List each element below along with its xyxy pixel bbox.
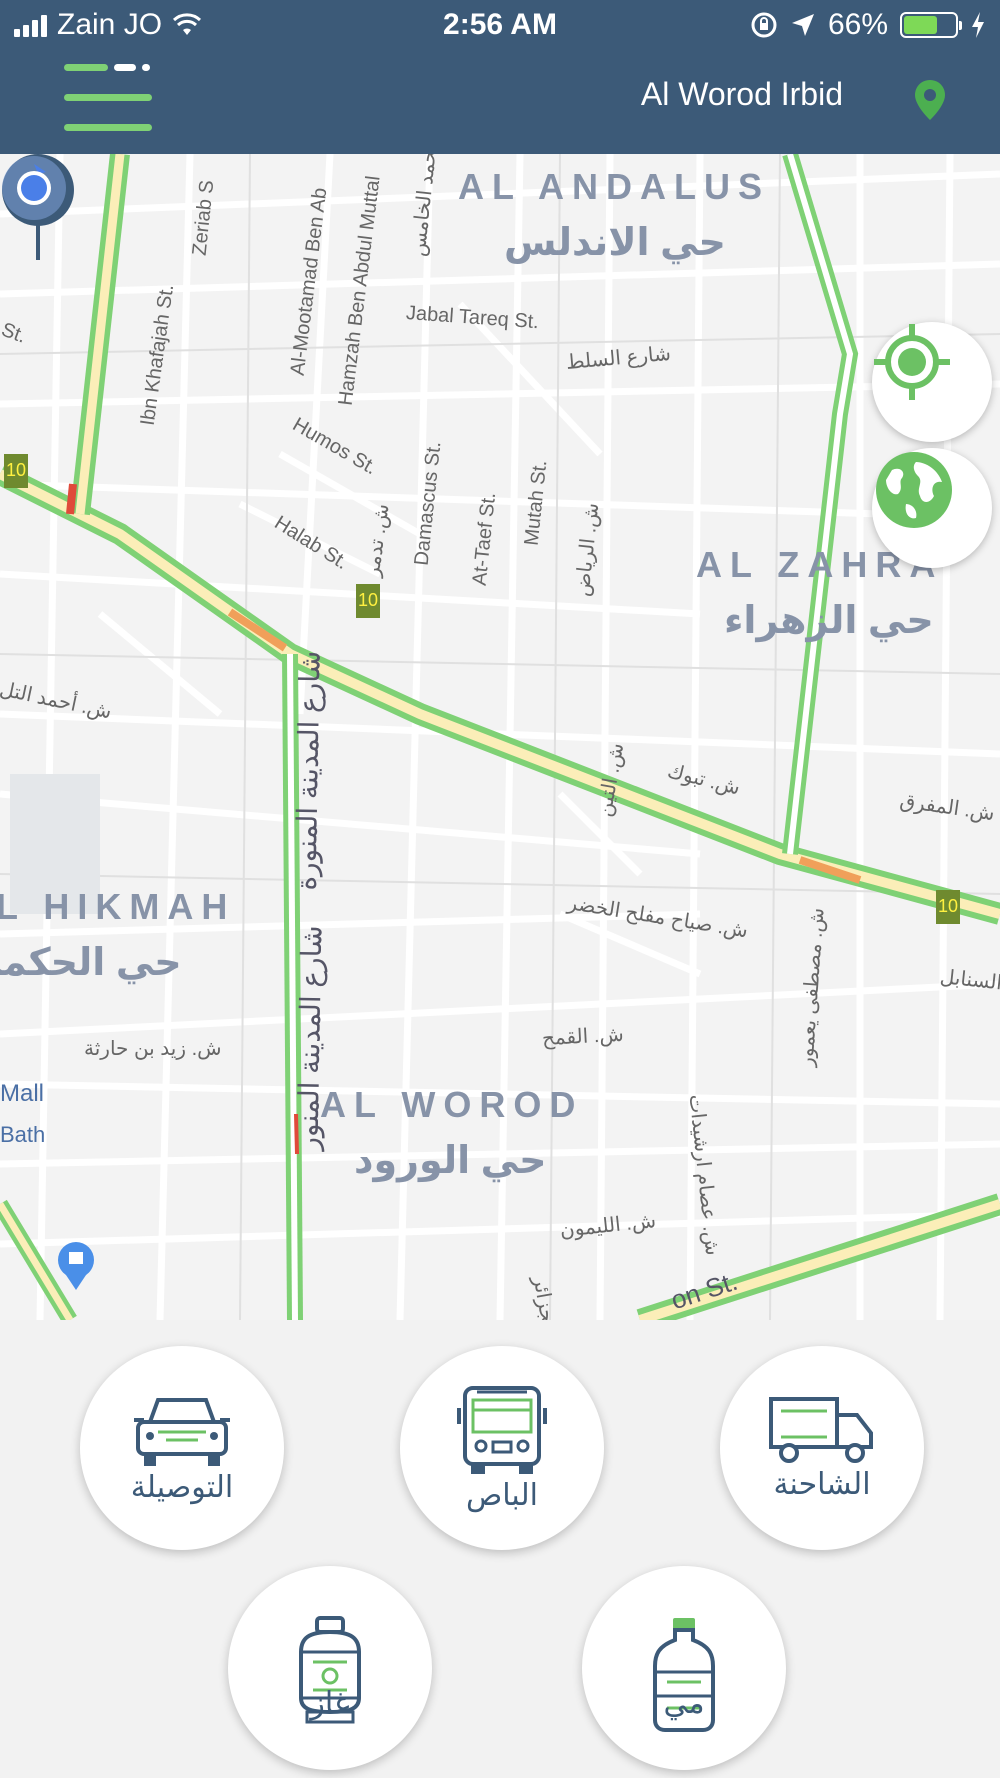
status-bar: Zain JO 2:56 AM 66% xyxy=(0,0,1000,50)
service-label: الشاحنة xyxy=(773,1467,871,1501)
district-label-ar: حي الورود xyxy=(354,1140,547,1182)
route-shield-label: 10 xyxy=(938,896,959,916)
battery-icon xyxy=(900,12,962,38)
map-view[interactable]: 10 10 10 AL ANDALUS حي الاندلس AL ZAHRA'… xyxy=(0,154,1000,1320)
charging-icon xyxy=(972,12,984,38)
top-bar: Zain JO 2:56 AM 66% Al Worod Irbid xyxy=(0,0,1000,154)
service-truck-button[interactable]: الشاحنة xyxy=(720,1346,924,1550)
district-label: AL WOROD xyxy=(320,1084,584,1125)
service-label: الباص xyxy=(466,1478,538,1512)
rotation-lock-icon xyxy=(751,12,777,38)
street-label: شارع المدينة المنورة xyxy=(290,650,326,891)
service-label: غاز xyxy=(310,1686,350,1720)
services-panel: التوصيلة الباص الشاحنة غاز مي xyxy=(0,1320,1000,1778)
car-icon xyxy=(134,1397,230,1466)
crosshair-locate-icon xyxy=(874,324,950,400)
route-shield-label: 10 xyxy=(358,590,379,610)
map-pin-icon[interactable] xyxy=(910,78,950,122)
street-label: ش. القمح xyxy=(541,1023,625,1050)
hamburger-menu-icon[interactable] xyxy=(64,64,152,140)
current-location-dot xyxy=(2,156,66,220)
district-label-ar: حي الزهراء xyxy=(724,600,934,642)
bus-icon xyxy=(457,1385,547,1474)
district-label-ar: حي الاندلس xyxy=(504,222,726,264)
district-label: AL ANDALUS xyxy=(458,166,770,207)
route-shield-label: 10 xyxy=(6,460,27,480)
district-label-ar: حي الحكمة xyxy=(0,942,182,984)
district-label: L HIKMAH xyxy=(0,886,236,927)
street-label: Bath xyxy=(0,1122,46,1147)
street-label: شارع المدينة المنور xyxy=(292,925,328,1151)
map-type-button[interactable] xyxy=(872,448,992,568)
service-gas-button[interactable]: غاز xyxy=(228,1566,432,1770)
current-location-name[interactable]: Al Worod Irbid xyxy=(641,76,843,113)
service-bus-button[interactable]: الباص xyxy=(400,1346,604,1550)
globe-icon xyxy=(876,452,952,528)
service-label: التوصيلة xyxy=(130,1470,234,1504)
truck-icon xyxy=(769,1396,873,1463)
locate-me-button[interactable] xyxy=(872,322,992,442)
location-arrow-icon xyxy=(791,14,814,36)
street-label: ش. زيد بن حارثة xyxy=(84,1038,222,1060)
service-label: مي xyxy=(663,1686,705,1720)
battery-percent: 66% xyxy=(827,8,888,41)
service-water-button[interactable]: مي xyxy=(582,1566,786,1770)
street-label: Mall xyxy=(0,1080,45,1107)
service-car-button[interactable]: التوصيلة xyxy=(80,1346,284,1550)
